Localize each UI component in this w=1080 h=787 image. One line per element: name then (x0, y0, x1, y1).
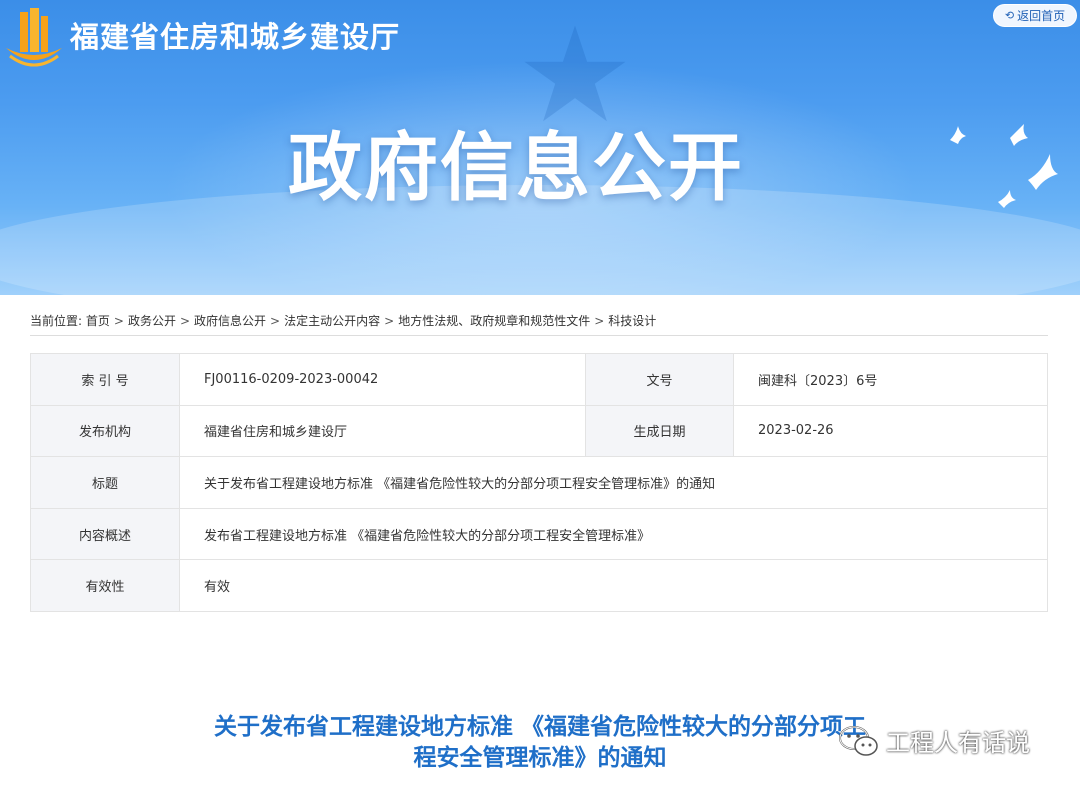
back-home-label: 返回首页 (1017, 9, 1066, 23)
watermark-text: 工程人有话说 (886, 729, 1030, 757)
return-icon: ⟲ (1004, 9, 1015, 22)
meta-row: 发布机构 福建省住房和城乡建设厅 生成日期 2023-02-26 (30, 404, 1048, 458)
meta-row: 有效性 有效 (30, 559, 1048, 612)
breadcrumb-separator: > (594, 314, 605, 328)
banner-title: 政府信息公开 (288, 125, 744, 211)
document-number-label: 文号 (585, 353, 734, 406)
back-home-button[interactable]: ⟲ 返回首页 (993, 4, 1077, 27)
breadcrumb-divider (30, 335, 1048, 336)
title-label: 标题 (30, 456, 180, 509)
content-area: 当前位置: 首页 > 政务公开 > 政府信息公开 > 法定主动公开内容 > 地方性法规、政府规章… (0, 295, 1080, 787)
breadcrumb-tech-design[interactable]: 科技设计 (608, 314, 656, 328)
publisher-value: 福建省住房和城乡建设厅 (179, 404, 586, 458)
breadcrumb-separator: > (113, 314, 124, 328)
header-banner: 福建省住房和城乡建设厅 ⟲ 返回首页 政府信息公开 (0, 0, 1080, 295)
meta-row: 标题 关于发布省工程建设地方标准 《福建省危险性较大的分部分项工程安全管理标准》… (30, 456, 1048, 509)
breadcrumb-regulations[interactable]: 地方性法规、政府规章和规范性文件 (398, 314, 590, 328)
wechat-icon (839, 725, 878, 756)
index-number-label: 索 引 号 (30, 353, 180, 406)
breadcrumb-home[interactable]: 首页 (86, 314, 110, 328)
breadcrumb-prefix: 当前位置: (30, 314, 83, 328)
summary-label: 内容概述 (30, 507, 180, 561)
watermark: 工程人有话说 (838, 723, 1030, 758)
logo-icon (6, 8, 62, 67)
date-value: 2023-02-26 (733, 404, 1048, 458)
meta-row: 索 引 号 FJ00116-0209-2023-00042 文号 闽建科〔202… (30, 353, 1048, 406)
site-name: 福建省住房和城乡建设厅 (70, 20, 401, 54)
validity-label: 有效性 (30, 559, 180, 612)
document-meta-table: 索 引 号 FJ00116-0209-2023-00042 文号 闽建科〔202… (30, 353, 1048, 612)
breadcrumb-statutory[interactable]: 法定主动公开内容 (284, 314, 380, 328)
breadcrumb-separator: > (179, 314, 191, 328)
index-number-value: FJ00116-0209-2023-00042 (179, 353, 586, 406)
breadcrumb: 当前位置: 首页 > 政务公开 > 政府信息公开 > 法定主动公开内容 > 地方性法规、政府规章… (30, 312, 656, 329)
date-label: 生成日期 (585, 404, 734, 458)
publisher-label: 发布机构 (30, 404, 180, 458)
breadcrumb-info-disclosure[interactable]: 政府信息公开 (194, 314, 266, 328)
document-number-value: 闽建科〔2023〕6号 (733, 353, 1048, 406)
breadcrumb-separator: > (384, 314, 395, 328)
validity-value: 有效 (179, 559, 1048, 612)
breadcrumb-affairs[interactable]: 政务公开 (128, 314, 176, 328)
title-value: 关于发布省工程建设地方标准 《福建省危险性较大的分部分项工程安全管理标准》的通知 (179, 456, 1048, 509)
breadcrumb-separator: > (270, 314, 281, 328)
summary-value: 发布省工程建设地方标准 《福建省危险性较大的分部分项工程安全管理标准》 (179, 507, 1048, 561)
doves-icon (950, 124, 1058, 208)
meta-row: 内容概述 发布省工程建设地方标准 《福建省危险性较大的分部分项工程安全管理标准》 (30, 507, 1048, 561)
